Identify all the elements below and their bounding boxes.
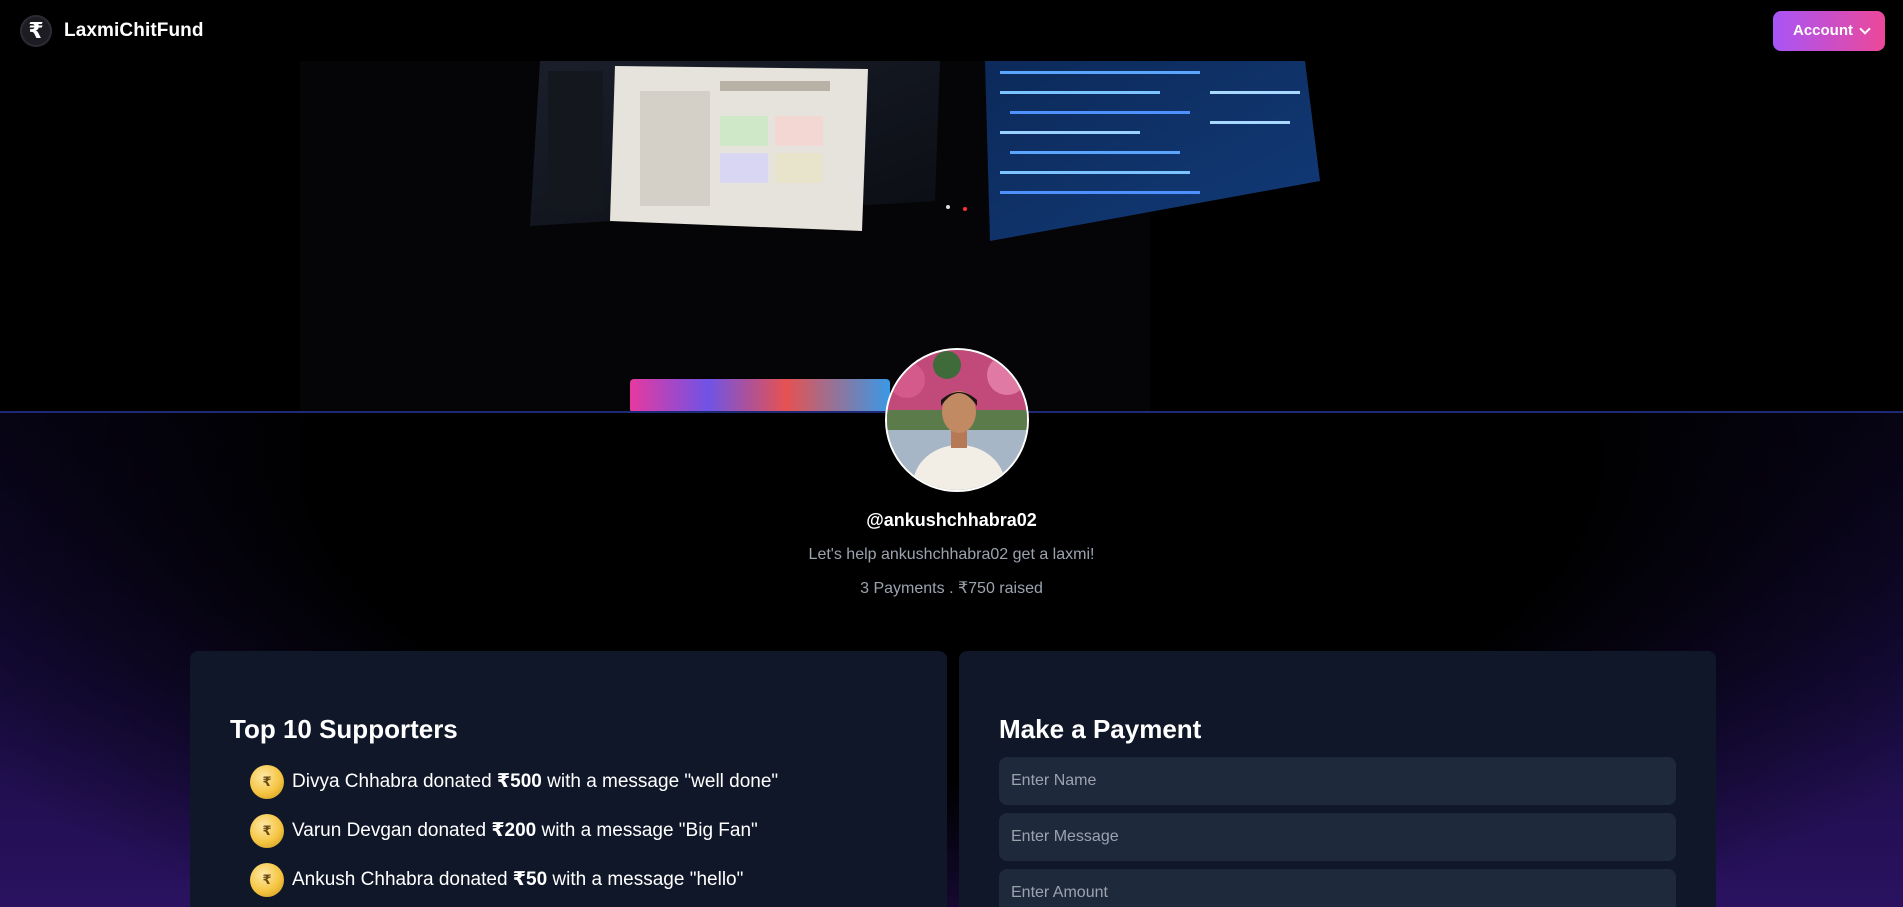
supporter-text: Varun Devgan donated ₹200 with a message… (292, 819, 758, 842)
payment-title: Make a Payment (999, 714, 1202, 744)
list-item: ₹ Varun Devgan donated ₹200 with a messa… (250, 806, 907, 855)
coin-avatar-icon: ₹ (250, 862, 284, 897)
account-button[interactable]: Account (1773, 10, 1885, 51)
supporter-amount: ₹500 (496, 771, 542, 792)
account-label: Account (1793, 22, 1853, 39)
supporter-name: Divya Chhabra (292, 771, 418, 792)
supporter-amount: ₹200 (491, 820, 537, 841)
profile-avatar (885, 348, 1029, 492)
list-item: ₹ Divya Chhabra donated ₹500 with a mess… (250, 757, 907, 806)
profile-stats: 3 Payments . ₹750 raised (860, 580, 1043, 597)
supporter-message: with a message "Big Fan" (536, 820, 758, 841)
brand-name: LaxmiChitFund (64, 19, 204, 41)
chevron-down-icon (1859, 22, 1871, 35)
supporter-text: Ankush Chhabra donated ₹50 with a messag… (292, 868, 743, 891)
brand[interactable]: ₹ LaxmiChitFund (20, 14, 204, 47)
profile-username: @ankushchhabra02 (866, 510, 1037, 530)
supporter-text: Divya Chhabra donated ₹500 with a messag… (292, 770, 778, 793)
supporter-name: Varun Devgan (292, 820, 413, 841)
payment-panel: Make a Payment (959, 651, 1716, 907)
supporter-message: with a message "well done" (541, 771, 779, 792)
supporter-message: with a message "hello" (547, 869, 744, 890)
amount-input[interactable] (999, 869, 1676, 907)
supporter-verb: donated (433, 869, 513, 890)
rupee-logo-icon: ₹ (20, 14, 52, 47)
supporters-title: Top 10 Supporters (230, 714, 458, 744)
supporters-list: ₹ Divya Chhabra donated ₹500 with a mess… (230, 757, 907, 904)
avatar-photo (887, 350, 1027, 490)
name-input[interactable] (999, 757, 1676, 805)
supporters-panel: Top 10 Supporters ₹ Divya Chhabra donate… (190, 651, 947, 907)
supporter-verb: donated (417, 771, 497, 792)
supporter-verb: donated (412, 820, 492, 841)
list-item: ₹ Ankush Chhabra donated ₹50 with a mess… (250, 855, 907, 904)
supporter-amount: ₹50 (512, 869, 548, 890)
coin-avatar-icon: ₹ (250, 813, 284, 848)
supporter-name: Ankush Chhabra (292, 869, 434, 890)
navbar: ₹ LaxmiChitFund Account (0, 0, 1903, 61)
coin-avatar-icon: ₹ (250, 764, 284, 799)
profile-tagline: Let's help ankushchhabra02 get a laxmi! (808, 546, 1095, 563)
message-input[interactable] (999, 813, 1676, 861)
